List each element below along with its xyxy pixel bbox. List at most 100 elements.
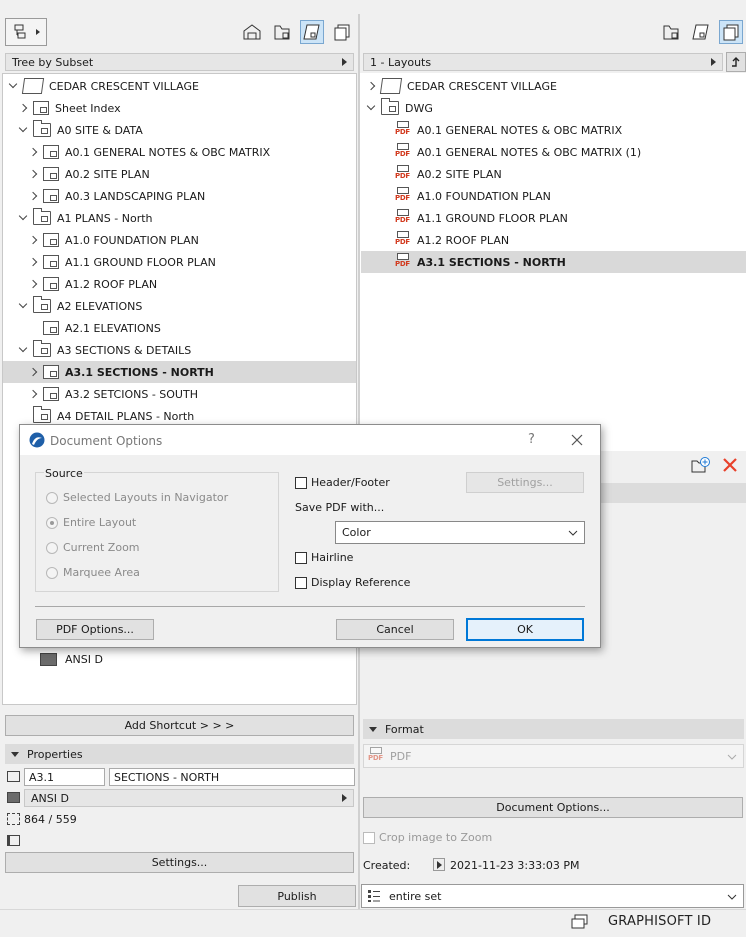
chevron-right-icon[interactable] <box>27 388 39 400</box>
color-select[interactable]: Color <box>335 521 585 544</box>
chevron-down-icon[interactable] <box>17 344 29 356</box>
chevron-right-icon[interactable] <box>27 278 39 290</box>
tree-row[interactable]: A0.2 SITE PLAN <box>3 163 356 185</box>
master-layout-select[interactable]: ANSI D <box>24 789 354 807</box>
tree-row[interactable]: A1.1 GROUND FLOOR PLAN <box>3 251 356 273</box>
chevron-down-icon[interactable] <box>365 102 377 114</box>
collapse-icon <box>11 751 19 757</box>
tree-row[interactable]: A3.2 SETCIONS - SOUTH <box>3 383 356 405</box>
size-icon <box>7 813 20 825</box>
tree-row[interactable]: PDF A3.1 SECTIONS - NORTH <box>361 251 746 273</box>
chevron-down-icon[interactable] <box>17 300 29 312</box>
chevron-down-icon[interactable] <box>17 124 29 136</box>
up-level-button[interactable] <box>726 52 746 72</box>
chevron-right-icon[interactable] <box>27 366 39 378</box>
tree-row[interactable]: Sheet Index <box>3 97 356 119</box>
tree-row-label: A0.2 SITE PLAN <box>65 167 150 181</box>
tree-row[interactable]: CEDAR CRESCENT VILLAGE <box>361 75 746 97</box>
tree-row[interactable]: PDF A1.0 FOUNDATION PLAN <box>361 185 746 207</box>
radio-marquee-area[interactable]: Marquee Area <box>46 566 140 579</box>
checkbox-box <box>295 476 307 489</box>
new-folder-icon[interactable] <box>691 456 711 474</box>
right-layout-book-icon[interactable] <box>689 20 713 44</box>
tree-row-label: A1.1 GROUND FLOOR PLAN <box>417 211 568 225</box>
tree-row-label: A0.1 GENERAL NOTES & OBC MATRIX <box>65 145 271 159</box>
crop-image-checkbox[interactable]: Crop image to Zoom <box>363 831 492 844</box>
chevron-right-icon[interactable] <box>27 146 39 158</box>
tree-row[interactable]: A1.2 ROOF PLAN <box>3 273 356 295</box>
tree-row-master[interactable]: ANSI D <box>40 648 340 670</box>
layout-name-field[interactable]: SECTIONS - NORTH <box>109 768 355 786</box>
radio-entire-layout[interactable]: Entire Layout <box>46 516 136 529</box>
cancel-button[interactable]: Cancel <box>336 619 454 640</box>
chevron-right-icon[interactable] <box>27 256 39 268</box>
add-shortcut-button[interactable]: Add Shortcut > > > <box>5 715 354 736</box>
chevron-right-icon[interactable] <box>17 102 29 114</box>
tree-row[interactable]: A2 ELEVATIONS <box>3 295 356 317</box>
document-options-button[interactable]: Document Options... <box>363 797 743 818</box>
tree-row[interactable]: A2.1 ELEVATIONS <box>3 317 356 339</box>
radio-current-zoom[interactable]: Current Zoom <box>46 541 140 554</box>
graphisoft-id-label[interactable]: GRAPHISOFT ID <box>608 914 711 929</box>
tree-row[interactable]: A1 PLANS - North <box>3 207 356 229</box>
tree-row[interactable]: A0.3 LANDSCAPING PLAN <box>3 185 356 207</box>
close-icon[interactable] <box>571 434 583 446</box>
tree-row[interactable]: PDF A0.1 GENERAL NOTES & OBC MATRIX (1) <box>361 141 746 163</box>
pdf-icon: PDF <box>395 165 411 183</box>
tree-row[interactable]: A0.1 GENERAL NOTES & OBC MATRIX <box>3 141 356 163</box>
list-icon <box>368 890 380 902</box>
ok-button[interactable]: OK <box>466 618 584 641</box>
help-button[interactable]: ? <box>528 432 535 447</box>
radio-selected-layouts[interactable]: Selected Layouts in Navigator <box>46 491 228 504</box>
tree-row[interactable]: A0 SITE & DATA <box>3 119 356 141</box>
header-footer-checkbox[interactable]: Header/Footer <box>295 476 390 489</box>
publish-button[interactable]: Publish <box>238 885 356 907</box>
tree-row[interactable]: PDF A0.2 SITE PLAN <box>361 163 746 185</box>
view-map-icon[interactable] <box>270 20 294 44</box>
collapse-icon <box>369 726 377 732</box>
hairline-checkbox[interactable]: Hairline <box>295 551 353 564</box>
right-publisher-sets-icon[interactable] <box>719 20 743 44</box>
layout-book-icon[interactable] <box>300 20 324 44</box>
tree-row[interactable]: A1.0 FOUNDATION PLAN <box>3 229 356 251</box>
project-map-icon[interactable] <box>240 20 264 44</box>
header-footer-settings-button[interactable]: Settings... <box>466 472 584 493</box>
tree-row-label: A4 DETAIL PLANS - North <box>57 409 195 423</box>
set-select[interactable]: entire set <box>361 884 744 908</box>
display-reference-checkbox[interactable]: Display Reference <box>295 576 410 589</box>
format-select[interactable]: PDF PDF <box>363 744 744 768</box>
chevron-right-icon[interactable] <box>365 80 377 92</box>
hierarchy-icon <box>14 24 40 39</box>
chevron-down-icon[interactable] <box>17 212 29 224</box>
publisher-sets-icon[interactable] <box>330 20 354 44</box>
right-view-map-icon[interactable] <box>659 20 683 44</box>
chevron-right-icon[interactable] <box>27 234 39 246</box>
save-pdf-with-label: Save PDF with... <box>295 501 385 514</box>
tree-row[interactable]: CEDAR CRESCENT VILLAGE <box>3 75 356 97</box>
publisher-set-select[interactable]: 1 - Layouts <box>363 53 723 71</box>
properties-header[interactable]: Properties <box>5 744 354 764</box>
tree-row[interactable]: A3.1 SECTIONS - NORTH <box>3 361 356 383</box>
tree-mode-select[interactable]: Tree by Subset <box>5 53 354 71</box>
pdf-options-button[interactable]: PDF Options... <box>36 619 154 640</box>
sheet-icon <box>43 365 59 379</box>
layout-id-field[interactable]: A3.1 <box>24 768 105 786</box>
tree-row[interactable]: PDF A1.2 ROOF PLAN <box>361 229 746 251</box>
format-header[interactable]: Format <box>363 719 744 739</box>
chevron-down-icon <box>727 894 737 900</box>
windows-icon[interactable] <box>571 914 589 930</box>
delete-icon[interactable] <box>722 457 738 473</box>
chevron-right-icon[interactable] <box>27 168 39 180</box>
tree-row-label: CEDAR CRESCENT VILLAGE <box>49 79 199 93</box>
created-toggle[interactable] <box>433 858 445 871</box>
tree-row[interactable]: DWG <box>361 97 746 119</box>
settings-button[interactable]: Settings... <box>5 852 354 873</box>
tree-row[interactable]: A3 SECTIONS & DETAILS <box>3 339 356 361</box>
tree-row[interactable]: PDF A0.1 GENERAL NOTES & OBC MATRIX <box>361 119 746 141</box>
radio-label: Marquee Area <box>63 566 140 579</box>
chevron-down-icon[interactable] <box>7 80 19 92</box>
tree-row[interactable]: PDF A1.1 GROUND FLOOR PLAN <box>361 207 746 229</box>
organizer-menu-button[interactable] <box>5 18 47 46</box>
chevron-right-icon[interactable] <box>27 190 39 202</box>
